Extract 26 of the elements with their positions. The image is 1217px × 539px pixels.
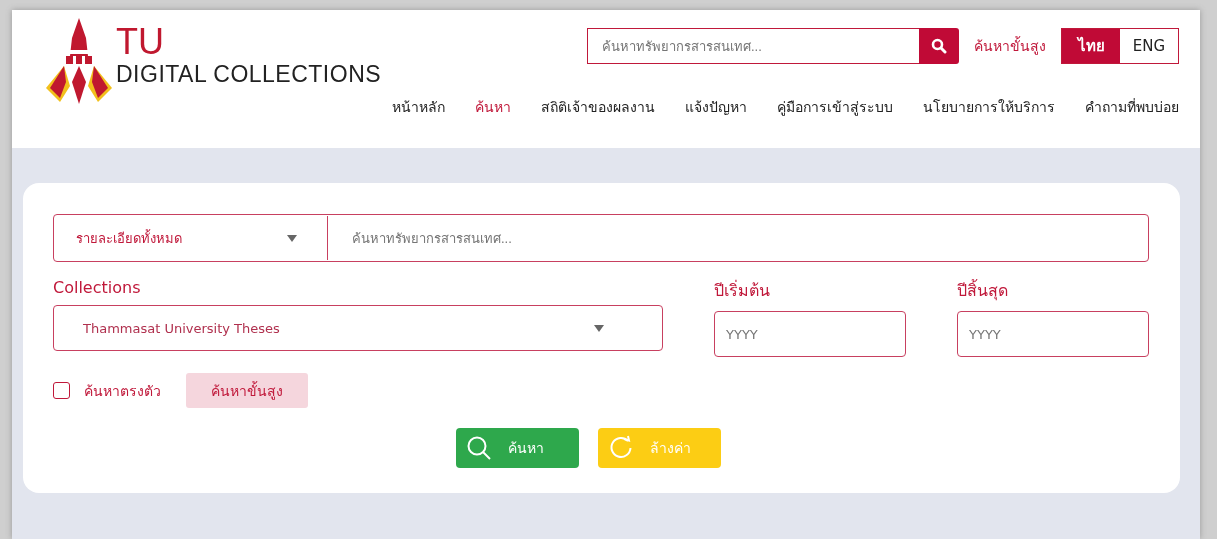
year-field[interactable]: YYYY (957, 311, 1149, 357)
query-field[interactable]: รายละเอียดทั้งหมด ค้นหาทรัพยากรสารสนเทศ... (53, 214, 1149, 262)
nav-link[interactable]: นโยบายการให้บริการ (923, 96, 1055, 118)
search-field[interactable]: ค้นหาทรัพยากรสารสนเทศ... (587, 28, 919, 64)
logo-title: DIGITAL COLLECTIONS (116, 60, 382, 88)
nav-link[interactable]: ค้นหา (475, 96, 511, 118)
field-label: ปีสิ้นสุด (957, 278, 1009, 303)
language-tab[interactable]: ไทย (1062, 29, 1120, 63)
nav-link[interactable]: สถิติเจ้าของผลงาน (541, 96, 655, 118)
checkbox[interactable] (53, 382, 70, 399)
checkbox-label: ค้นหาตรงตัว (84, 381, 161, 401)
search-icon (931, 38, 947, 54)
collections-dropdown[interactable]: Thammasat University Theses (53, 305, 663, 351)
nav-link[interactable]: คำถามที่พบบ่อย (1085, 96, 1179, 118)
advanced-search-button[interactable]: ค้นหาขั้นสูง (186, 373, 308, 408)
nav-link[interactable]: คู่มือการเข้าสู่ระบบ (777, 96, 893, 118)
temple-logo-icon (44, 16, 114, 104)
search-button[interactable] (919, 28, 959, 64)
logo-mark: TU (116, 24, 165, 60)
advanced-search-link[interactable]: ค้นหาขั้นสูง (974, 35, 1046, 57)
search-icon (465, 435, 492, 461)
nav-link[interactable]: แจ้งปัญหา (685, 96, 747, 118)
nav-link[interactable]: หน้าหลัก (392, 96, 445, 118)
field-label: ปีเริ่มต้น (714, 279, 771, 302)
year-field[interactable]: YYYY (714, 311, 906, 357)
field-label: Collections (53, 278, 142, 297)
